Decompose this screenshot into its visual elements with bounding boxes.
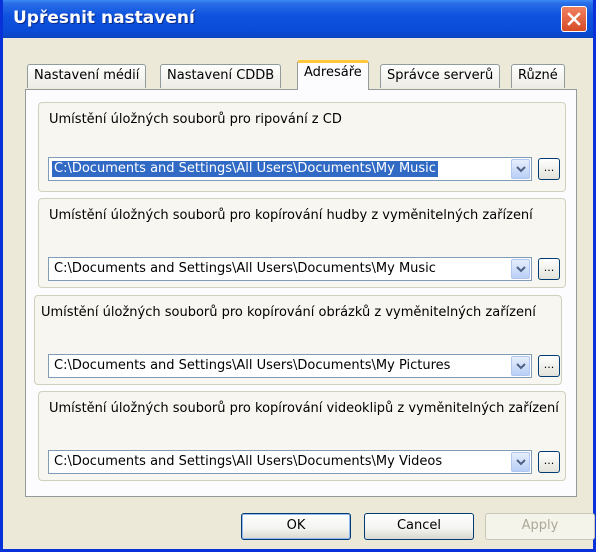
chevron-down-icon bbox=[515, 459, 526, 466]
browse-button[interactable]: ... bbox=[538, 451, 560, 473]
close-icon bbox=[567, 12, 581, 26]
videos-copy-location-group: Umístění úložných souborů pro kopírování… bbox=[38, 391, 566, 481]
dropdown-button[interactable] bbox=[511, 159, 530, 179]
chevron-down-icon bbox=[515, 266, 526, 273]
pictures-copy-path-combobox[interactable]: C:\Documents and Settings\All Users\Docu… bbox=[48, 354, 532, 378]
group-label: Umístění úložných souborů pro kopírování… bbox=[49, 208, 533, 223]
music-copy-path-combobox[interactable]: C:\Documents and Settings\All Users\Docu… bbox=[48, 257, 532, 281]
group-label: Umístění úložných souborů pro kopírování… bbox=[41, 305, 536, 320]
pictures-copy-location-group: Umístění úložných souborů pro kopírování… bbox=[34, 295, 562, 385]
dropdown-button[interactable] bbox=[511, 259, 530, 279]
tab-misc[interactable]: Různé bbox=[511, 64, 565, 88]
browse-button[interactable]: ... bbox=[538, 355, 560, 377]
cancel-button[interactable]: Cancel bbox=[364, 513, 474, 540]
ok-button[interactable]: OK bbox=[241, 513, 351, 540]
tab-label: Nastavení médií bbox=[34, 68, 140, 83]
dropdown-button[interactable] bbox=[511, 452, 530, 472]
cd-rip-location-group: Umístění úložných souborů pro ripování z… bbox=[38, 102, 566, 192]
chevron-down-icon bbox=[515, 166, 526, 173]
tab-cddb-settings[interactable]: Nastavení CDDB bbox=[160, 64, 282, 88]
apply-button[interactable]: Apply bbox=[485, 513, 595, 540]
settings-dialog: Upřesnit nastavení Nastavení médií Nasta… bbox=[0, 0, 596, 552]
window-title: Upřesnit nastavení bbox=[13, 8, 195, 28]
tab-label: Správce serverů bbox=[387, 68, 494, 83]
group-label: Umístění úložných souborů pro kopírování… bbox=[49, 401, 559, 416]
title-bar[interactable]: Upřesnit nastavení bbox=[3, 0, 593, 38]
chevron-down-icon bbox=[515, 363, 526, 370]
cd-rip-path-combobox[interactable]: C:\Documents and Settings\All Users\Docu… bbox=[48, 157, 532, 181]
browse-button[interactable]: ... bbox=[538, 158, 560, 180]
tab-label: Nastavení CDDB bbox=[167, 68, 275, 83]
combo-value: C:\Documents and Settings\All Users\Docu… bbox=[54, 261, 436, 276]
combo-value: C:\Documents and Settings\All Users\Docu… bbox=[54, 454, 443, 469]
group-label: Umístění úložných souborů pro ripování z… bbox=[49, 112, 342, 127]
music-copy-location-group: Umístění úložných souborů pro kopírování… bbox=[38, 198, 566, 288]
dropdown-button[interactable] bbox=[511, 356, 530, 376]
combo-value: C:\Documents and Settings\All Users\Docu… bbox=[54, 358, 451, 373]
combo-value: C:\Documents and Settings\All Users\Docu… bbox=[52, 161, 438, 177]
tab-label: Adresáře bbox=[304, 65, 362, 80]
browse-button[interactable]: ... bbox=[538, 258, 560, 280]
tab-media-settings[interactable]: Nastavení médií bbox=[27, 64, 147, 88]
tab-server-manager[interactable]: Správce serverů bbox=[380, 64, 501, 88]
tab-directories[interactable]: Adresáře bbox=[297, 60, 369, 90]
close-button[interactable] bbox=[561, 6, 587, 32]
directories-panel: Umístění úložných souborů pro ripování z… bbox=[25, 89, 577, 497]
tab-label: Různé bbox=[518, 68, 558, 83]
videos-copy-path-combobox[interactable]: C:\Documents and Settings\All Users\Docu… bbox=[48, 450, 532, 474]
